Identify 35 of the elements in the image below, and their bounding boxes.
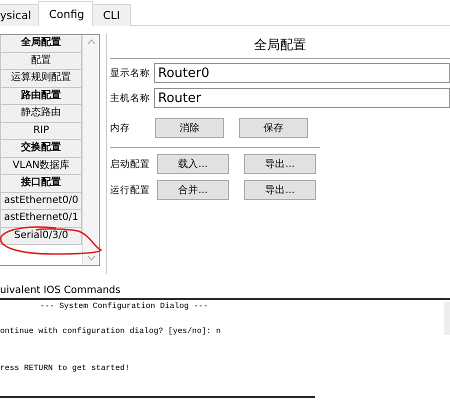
action-button[interactable]: 保存 [238, 118, 308, 138]
action-button[interactable]: 导出... [244, 180, 316, 200]
sidebar-item[interactable]: astEthernet0/1 [0, 210, 82, 228]
action-button[interactable]: 导出... [244, 154, 316, 174]
console-line: ontinue with configuration dialog? [yes/no]: n [0, 326, 222, 338]
row-label: 启动配置 [110, 158, 151, 170]
tab[interactable]: CLI [92, 4, 132, 26]
console-line: --- System Configuration Dialog --- [39, 301, 210, 313]
panel-title: 全局配置 [253, 37, 307, 55]
tab[interactable]: ysical [0, 4, 39, 26]
console-line: ress RETURN to get started! [0, 363, 131, 375]
action-button[interactable]: 消除 [154, 118, 224, 138]
scrollbar[interactable] [82, 35, 99, 265]
scroll-up-icon[interactable] [86, 39, 96, 45]
field-label: 主机名称 [110, 92, 151, 104]
sidebar-item[interactable]: 接口配置 [0, 175, 82, 192]
sidebar-item[interactable]: astEthernet0/0 [0, 192, 82, 210]
sidebar-item[interactable]: RIP [0, 122, 82, 140]
sidebar-item[interactable]: 静态路由 [0, 105, 82, 122]
row-label: 内存 [110, 122, 131, 134]
action-button[interactable]: 载入... [157, 154, 229, 174]
sidebar-item[interactable]: VLAN数据库 [0, 158, 82, 175]
sidebar-item[interactable]: 交换配置 [0, 140, 82, 158]
sidebar-item[interactable]: 配置 [0, 52, 82, 70]
sidebar-item[interactable]: 全局配置 [0, 35, 82, 52]
field-label: 显示名称 [110, 66, 151, 80]
input-field[interactable]: Router0 [154, 63, 450, 83]
sidebar-item[interactable]: 运算规则配置 [0, 70, 82, 88]
row-label: 运行配置 [110, 184, 151, 196]
tab[interactable]: Config [38, 1, 93, 26]
section-heading: uivalent IOS Commands [0, 284, 122, 298]
sidebar-item[interactable]: 路由配置 [0, 88, 82, 105]
input-field[interactable]: Router [154, 88, 450, 108]
action-button[interactable]: 合并... [157, 180, 229, 200]
scroll-down-icon[interactable] [86, 255, 96, 261]
